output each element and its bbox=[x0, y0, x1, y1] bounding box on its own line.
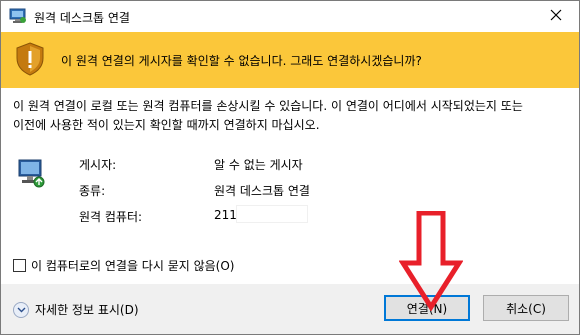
window-title: 원격 데스크톱 연결 bbox=[34, 11, 130, 25]
remote-computer-icon bbox=[17, 157, 47, 191]
security-shield-icon bbox=[15, 42, 45, 76]
chevron-down-icon bbox=[13, 301, 29, 318]
show-details-toggle[interactable]: 자세한 정보 표시(D) bbox=[13, 301, 139, 318]
type-value: 원격 데스크톱 연결 bbox=[214, 184, 310, 198]
publisher-label: 게시자: bbox=[79, 158, 117, 172]
warning-message: 이 원격 연결의 게시자를 확인할 수 없습니다. 그래도 연결하시겠습니까? bbox=[61, 54, 422, 68]
remote-computer-label: 원격 컴퓨터: bbox=[79, 210, 143, 224]
title-bar: 원격 데스크톱 연결 bbox=[1, 1, 579, 32]
warning-banner: 이 원격 연결의 게시자를 확인할 수 없습니다. 그래도 연결하시겠습니까? bbox=[1, 32, 579, 88]
show-details-label: 자세한 정보 표시(D) bbox=[35, 303, 139, 317]
remote-desktop-dialog: 원격 데스크톱 연결 이 원격 연결의 게시자를 확인할 수 없습니다. 그래도… bbox=[0, 0, 580, 335]
description-line-2: 이전에 사용한 적이 있는지 확인할 때까지 연결하지 마십시오. bbox=[13, 118, 320, 132]
publisher-value: 알 수 없는 게시자 bbox=[214, 158, 303, 172]
checkbox-label: 이 컴퓨터로의 연결을 다시 묻지 않음(O) bbox=[31, 259, 235, 273]
cancel-button[interactable]: 취소(C) bbox=[483, 295, 569, 321]
description-line-1: 이 원격 연결이 로컬 또는 원격 컴퓨터를 손상시킬 수 있습니다. 이 연결… bbox=[13, 99, 523, 113]
dont-ask-again-checkbox[interactable]: 이 컴퓨터로의 연결을 다시 묻지 않음(O) bbox=[13, 257, 234, 274]
redacted-address bbox=[236, 205, 308, 223]
type-label: 종류: bbox=[79, 184, 106, 198]
warning-description: 이 원격 연결이 로컬 또는 원격 컴퓨터를 손상시킬 수 있습니다. 이 연결… bbox=[13, 97, 573, 135]
checkbox-box[interactable] bbox=[13, 259, 26, 272]
close-icon bbox=[550, 9, 562, 24]
connect-button[interactable]: 연결(N) bbox=[384, 295, 470, 321]
remote-desktop-icon bbox=[9, 8, 27, 24]
close-button[interactable] bbox=[533, 1, 579, 32]
